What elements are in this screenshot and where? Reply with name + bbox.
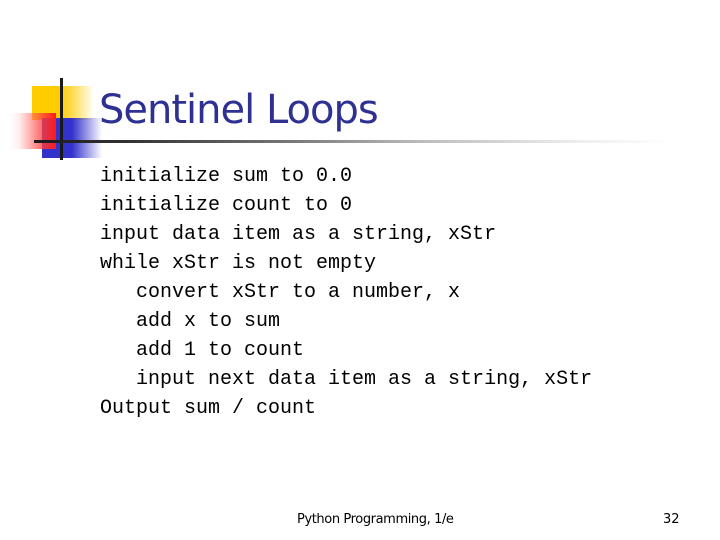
code-line: while xStr is not empty — [100, 252, 377, 275]
code-line: convert xStr to a number, x — [100, 281, 461, 304]
code-line: add x to sum — [100, 310, 281, 333]
title-underline — [34, 140, 674, 143]
code-line: initialize sum to 0.0 — [100, 165, 353, 188]
slide-title: Sentinel Loops — [99, 87, 379, 133]
pseudocode-block: initialize sum to 0.0 initialize count t… — [100, 162, 592, 423]
code-line: input next data item as a string, xStr — [100, 368, 593, 391]
code-line: input data item as a string, xStr — [100, 223, 497, 246]
code-line: add 1 to count — [100, 339, 305, 362]
red-square-decoration — [10, 113, 56, 149]
page-number: 32 — [663, 512, 680, 527]
code-line: initialize count to 0 — [100, 194, 353, 217]
footer-text: Python Programming, 1/e — [297, 512, 454, 527]
vertical-rule — [60, 78, 63, 160]
code-line: Output sum / count — [100, 397, 317, 420]
